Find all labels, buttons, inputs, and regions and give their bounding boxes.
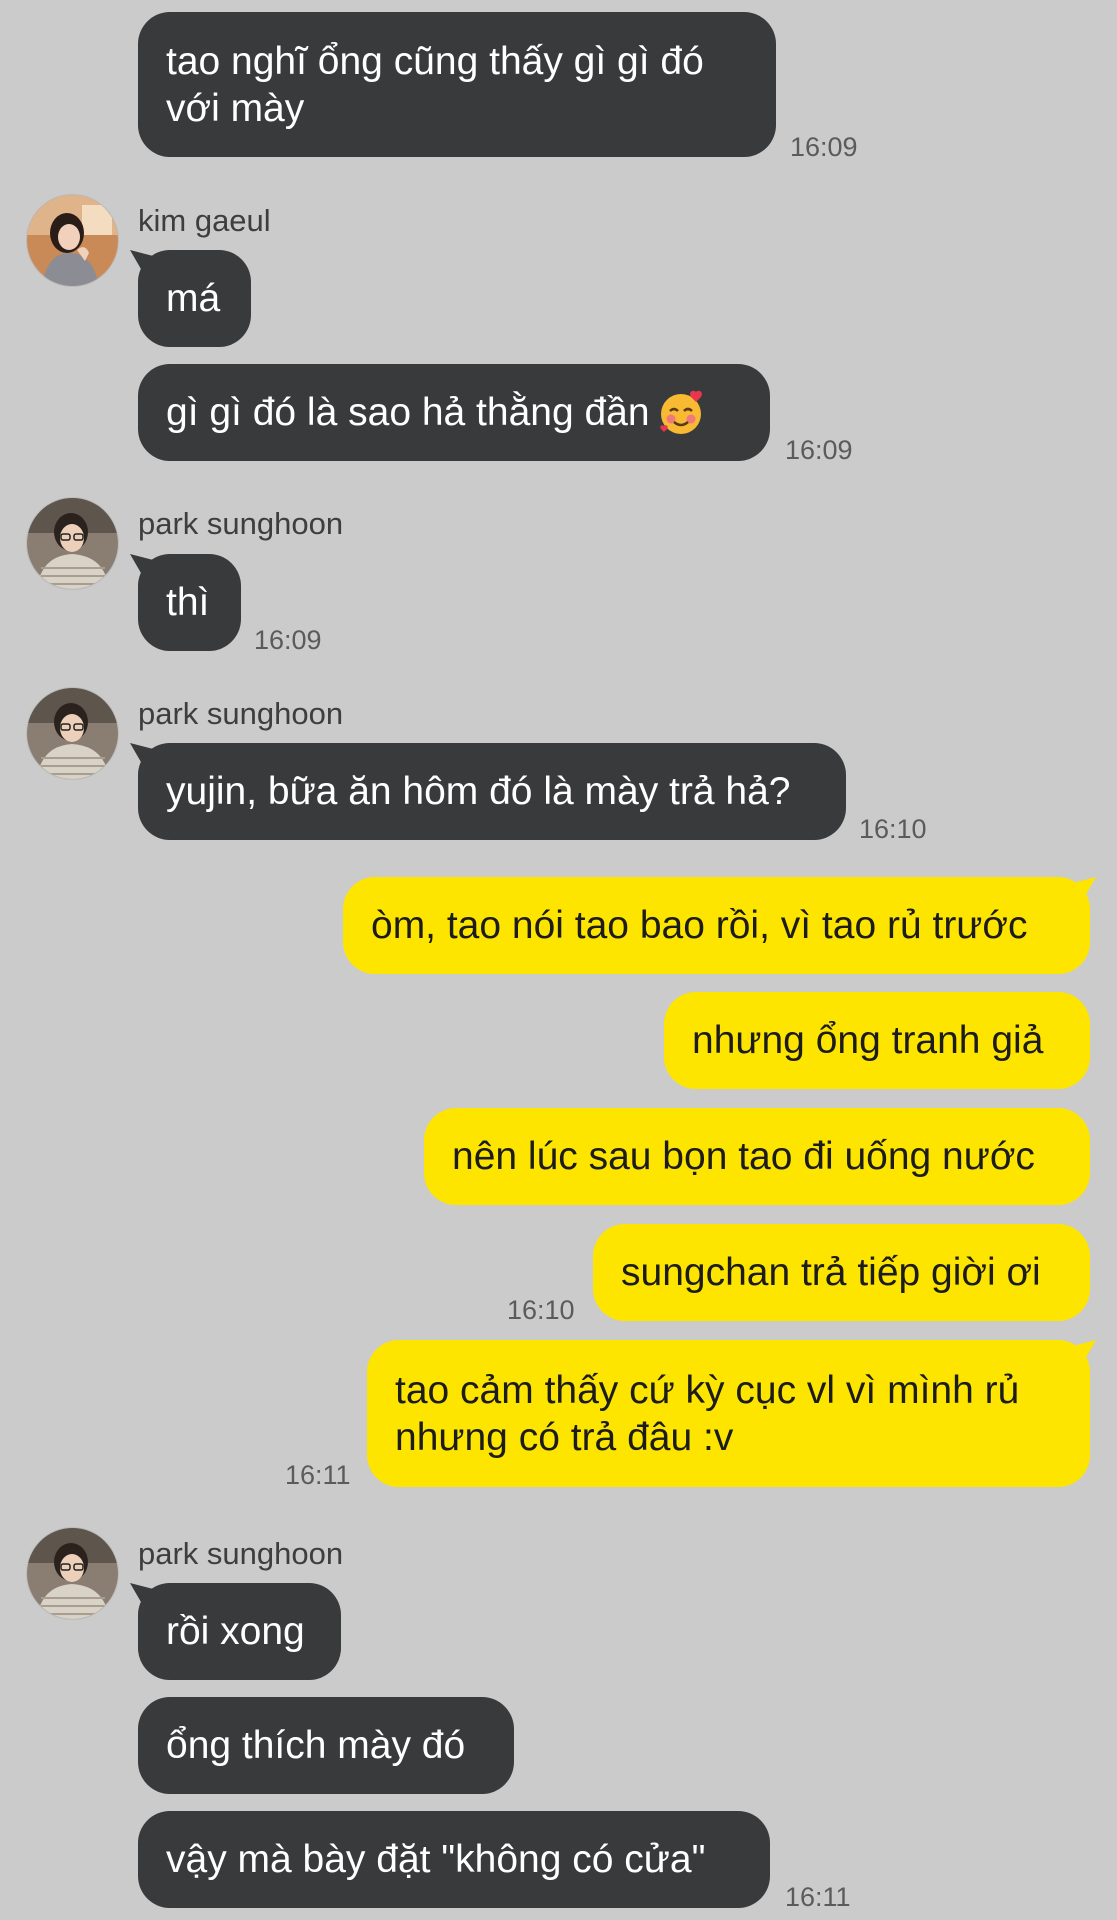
message-text: vậy mà bày đặt "không có cửa" (166, 1838, 706, 1881)
message-text: tao cảm thấy cứ kỳ cục vl vì mình rủ (395, 1368, 1020, 1412)
message-bubble-outgoing[interactable]: tao cảm thấy cứ kỳ cục vl vì mình rủ như… (367, 1340, 1090, 1487)
sender-name: park sunghoon (138, 1536, 344, 1571)
message-bubble-outgoing[interactable]: sungchan trả tiếp giời ơi (593, 1224, 1090, 1321)
sender-name: kim gaeul (138, 203, 271, 238)
message-text: yujin, bữa ăn hôm đó là mày trả hả? (166, 770, 791, 813)
sender-name: park sunghoon (138, 696, 344, 731)
message-timestamp: 16:09 (254, 625, 322, 655)
park-sunghoon-avatar-icon (27, 498, 118, 589)
message-text: nên lúc sau bọn tao đi uống nước (452, 1135, 1035, 1178)
message-text: nhưng có trả đâu :v (395, 1415, 734, 1459)
message-text: rồi xong (166, 1610, 305, 1653)
avatar-park-sunghoon[interactable] (27, 498, 118, 589)
chat-message-list[interactable]: tao nghĩ ổng cũng thấy gì gì đó với mày … (0, 0, 1117, 1920)
avatar-kim-gaeul[interactable] (27, 195, 118, 286)
avatar-park-sunghoon[interactable] (27, 688, 118, 779)
message-bubble-outgoing[interactable]: nên lúc sau bọn tao đi uống nước (424, 1108, 1090, 1205)
message-timestamp: 16:10 (859, 814, 927, 844)
message-text: má (166, 277, 221, 320)
message-bubble-incoming[interactable]: ổng thích mày đó (138, 1697, 514, 1794)
message-text: sungchan trả tiếp giời ơi (621, 1251, 1041, 1294)
message-bubble-incoming[interactable]: tao nghĩ ổng cũng thấy gì gì đó với mày (138, 12, 776, 157)
message-timestamp: 16:11 (285, 1460, 351, 1490)
message-timestamp: 16:09 (790, 132, 858, 162)
message-text: tao nghĩ ổng cũng thấy gì gì đó (166, 39, 704, 83)
message-bubble-incoming[interactable]: má (138, 250, 251, 347)
message-text: thì (166, 581, 210, 624)
message-bubble-incoming[interactable]: vậy mà bày đặt "không có cửa" (138, 1811, 770, 1908)
park-sunghoon-avatar-icon (27, 688, 118, 779)
park-sunghoon-avatar-icon (27, 1528, 118, 1619)
message-bubble-incoming[interactable]: gì gì đó là sao hả thằng đần (138, 364, 770, 461)
message-bubble-outgoing[interactable]: òm, tao nói tao bao rồi, vì tao rủ trước (343, 877, 1090, 974)
message-bubble-incoming[interactable]: rồi xong (138, 1583, 341, 1680)
message-text: nhưng ổng tranh giả (692, 1019, 1044, 1062)
message-text: òm, tao nói tao bao rồi, vì tao rủ trước (371, 904, 1028, 947)
message-bubble-outgoing[interactable]: nhưng ổng tranh giả (664, 992, 1090, 1089)
message-bubble-incoming[interactable]: thì (138, 554, 241, 651)
message-text: với mày (166, 86, 305, 130)
message-timestamp: 16:11 (785, 1882, 851, 1912)
message-bubble-incoming[interactable]: yujin, bữa ăn hôm đó là mày trả hả? (138, 743, 846, 840)
message-timestamp: 16:10 (507, 1295, 575, 1325)
message-text: ổng thích mày đó (166, 1724, 466, 1767)
kim-gaeul-avatar-icon (27, 195, 118, 286)
message-timestamp: 16:09 (785, 435, 853, 465)
sender-name: park sunghoon (138, 506, 344, 541)
message-text: gì gì đó là sao hả thằng đần (166, 391, 650, 434)
smiling-face-with-hearts-icon (659, 390, 702, 434)
avatar-park-sunghoon[interactable] (27, 1528, 118, 1619)
